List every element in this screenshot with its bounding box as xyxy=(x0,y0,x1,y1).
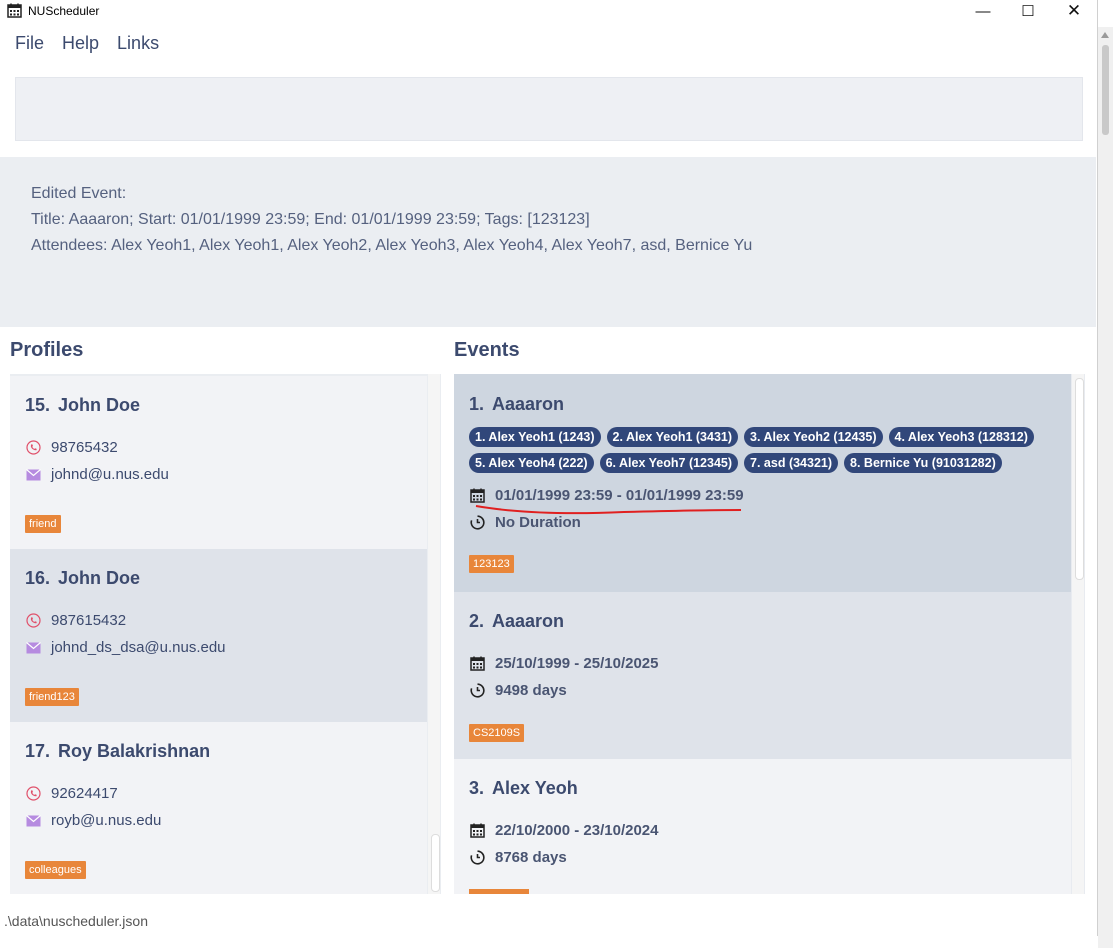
window-scrollbar[interactable] xyxy=(1098,27,1113,948)
minimize-button[interactable]: — xyxy=(960,0,1006,22)
event-date-range: 25/10/1999 - 25/10/2025 xyxy=(469,655,658,672)
phone-icon xyxy=(25,613,41,629)
app-window: NUScheduler — ☐ ✕ File Help Links Edited… xyxy=(0,0,1098,936)
profile-tag: friend xyxy=(25,515,61,533)
event-name: 2. Aaaaron xyxy=(469,611,565,631)
clock-icon xyxy=(469,683,485,699)
clock-icon xyxy=(469,850,485,866)
profile-email: johnd_ds_dsa@u.nus.edu xyxy=(25,639,226,656)
profile-email: johnd@u.nus.edu xyxy=(25,466,169,483)
phone-icon xyxy=(25,786,41,802)
command-input[interactable] xyxy=(15,77,1083,141)
profile-phone: 98765432 xyxy=(25,439,118,456)
profile-list-scrollbar[interactable] xyxy=(428,374,440,894)
maximize-button[interactable]: ☐ xyxy=(1005,0,1051,22)
scroll-up-icon[interactable] xyxy=(1101,32,1109,38)
email-icon xyxy=(25,813,41,829)
data-file-path: .\data\nuscheduler.json xyxy=(4,913,148,929)
result-line: Attendees: Alex Yeoh1, Alex Yeoh1, Alex … xyxy=(31,237,753,254)
menu-file[interactable]: File xyxy=(0,27,53,61)
calendar-icon xyxy=(7,3,22,18)
event-name: 3. Alex Yeoh xyxy=(469,778,578,798)
event-card[interactable]: 2. Aaaaron 25/10/1999 - 25/10/2025 9498 d… xyxy=(454,592,1071,759)
event-card-selected[interactable]: 1. Aaaaron 1. Alex Yeoh1 (1243) 2. Alex Y… xyxy=(454,374,1071,592)
scrollbar-thumb[interactable] xyxy=(1102,45,1109,135)
email-icon xyxy=(25,640,41,656)
attendee-chip: 8. Bernice Yu (91031282) xyxy=(844,453,1002,473)
profile-card[interactable]: 15. John Doe 98765432 johnd@u.nus.edu fri… xyxy=(10,376,427,549)
profile-card[interactable]: 17. Roy Balakrishnan 92624417 royb@u.nus.… xyxy=(10,722,427,894)
window-title: NUScheduler xyxy=(28,4,100,18)
attendee-chips: 1. Alex Yeoh1 (1243) 2. Alex Yeoh1 (3431… xyxy=(469,427,1049,473)
attendee-chip: 2. Alex Yeoh1 (3431) xyxy=(606,427,739,447)
menu-links[interactable]: Links xyxy=(108,27,168,61)
scrollbar-thumb[interactable] xyxy=(1075,378,1084,580)
calendar-icon xyxy=(469,656,485,672)
events-title: Events xyxy=(454,339,520,361)
attendee-chip: 4. Alex Yeoh3 (128312) xyxy=(888,427,1034,447)
profile-phone: 987615432 xyxy=(25,612,126,629)
attendee-chip: 3. Alex Yeoh2 (12435) xyxy=(744,427,883,447)
profile-name: 15. John Doe xyxy=(25,395,141,415)
profile-card[interactable]: 16. John Doe 987615432 johnd_ds_dsa@u.nus… xyxy=(10,549,427,722)
profile-tag: friend123 xyxy=(25,688,79,706)
event-name: 1. Aaaaron xyxy=(469,394,565,414)
status-bar: .\data\nuscheduler.json xyxy=(0,906,1097,936)
close-button[interactable]: ✕ xyxy=(1051,0,1097,22)
attendee-chip: 6. Alex Yeoh7 (12345) xyxy=(599,453,739,473)
result-display: Edited Event: Title: Aaaaron; Start: 01/… xyxy=(0,157,1096,327)
event-duration: No Duration xyxy=(469,514,581,531)
attendee-chip: 7. asd (34321) xyxy=(744,453,839,473)
event-date-range: 22/10/2000 - 23/10/2024 xyxy=(469,822,658,839)
event-tag: 123123 xyxy=(469,555,514,573)
scrollbar-thumb[interactable] xyxy=(431,834,440,892)
profile-name: 16. John Doe xyxy=(25,568,141,588)
event-duration: 9498 days xyxy=(469,682,567,699)
profile-email: royb@u.nus.edu xyxy=(25,812,161,829)
event-duration: 8768 days xyxy=(469,849,567,866)
event-list[interactable]: 1. Aaaaron 1. Alex Yeoh1 (1243) 2. Alex Y… xyxy=(454,374,1085,894)
profile-phone: 92624417 xyxy=(25,785,118,802)
clock-icon xyxy=(469,515,485,531)
profile-name: 17. Roy Balakrishnan xyxy=(25,741,211,761)
menu-help[interactable]: Help xyxy=(53,27,108,61)
phone-icon xyxy=(25,440,41,456)
profiles-title: Profiles xyxy=(10,339,84,361)
event-tag xyxy=(469,889,529,894)
attendee-chip: 5. Alex Yeoh4 (222) xyxy=(469,453,594,473)
profile-list[interactable]: 15. John Doe 98765432 johnd@u.nus.edu fri… xyxy=(10,374,441,894)
email-icon xyxy=(25,467,41,483)
title-bar: NUScheduler — ☐ ✕ xyxy=(0,0,1097,22)
event-card[interactable]: 3. Alex Yeoh 22/10/2000 - 23/10/2024 8768… xyxy=(454,759,1071,894)
menu-bar: File Help Links xyxy=(0,27,168,61)
result-line: Title: Aaaaron; Start: 01/01/1999 23:59;… xyxy=(31,211,590,228)
calendar-icon xyxy=(469,823,485,839)
profile-tag: colleagues xyxy=(25,861,86,879)
event-tag: CS2109S xyxy=(469,724,525,742)
result-line: Edited Event: xyxy=(31,185,127,202)
attendee-chip: 1. Alex Yeoh1 (1243) xyxy=(469,427,601,447)
event-list-scrollbar[interactable] xyxy=(1072,374,1084,894)
